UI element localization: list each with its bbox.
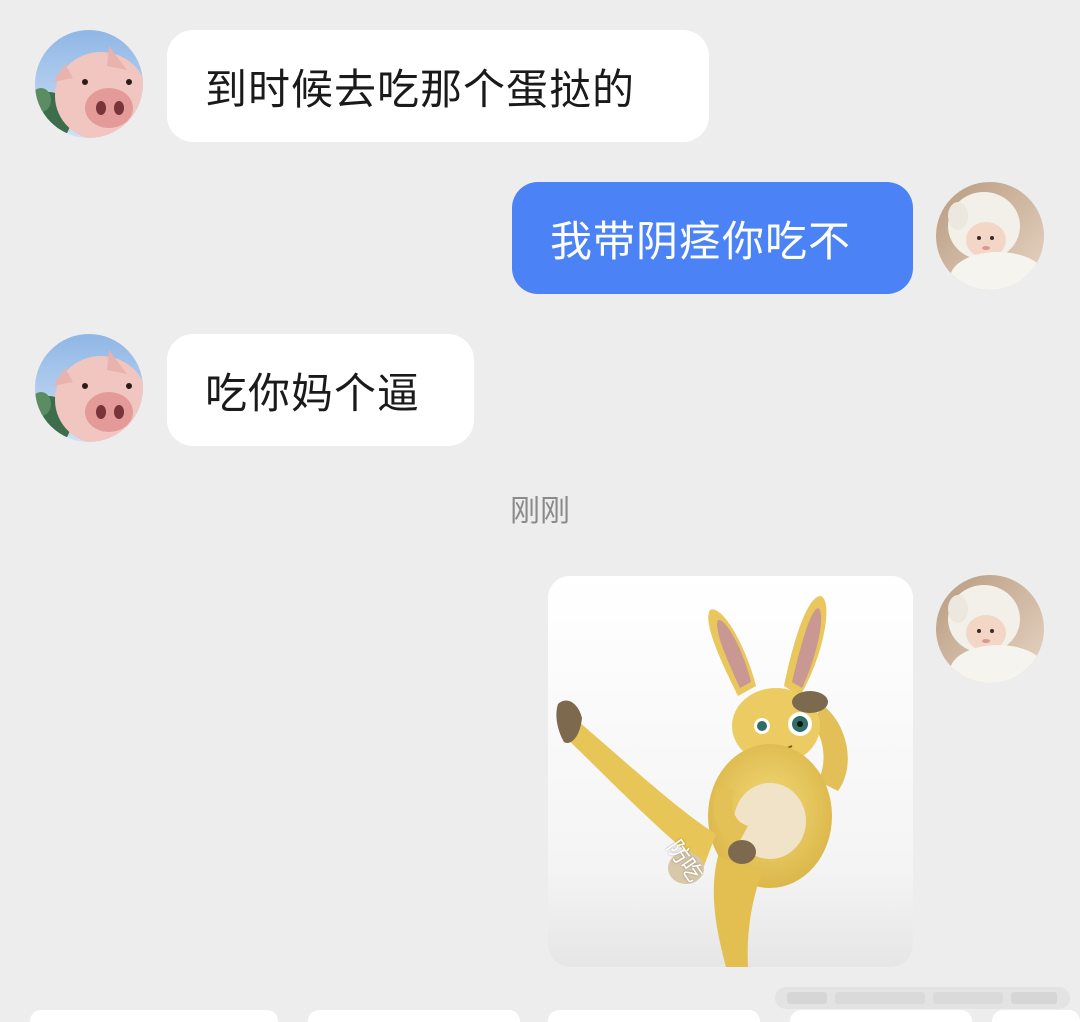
rabbit-sticker-illustration bbox=[548, 576, 913, 967]
message-bubble-outgoing[interactable]: 我带阴痉你吃不 bbox=[512, 182, 913, 294]
quick-reply-pill[interactable] bbox=[308, 1010, 520, 1022]
quick-reply-pill[interactable] bbox=[30, 1010, 278, 1022]
baby-avatar[interactable] bbox=[936, 575, 1044, 683]
quick-reply-bar bbox=[0, 1010, 1080, 1022]
message-timestamp: 刚刚 bbox=[510, 494, 570, 529]
watermark-graphic bbox=[775, 987, 1070, 1009]
message-text: 我带阴痉你吃不 bbox=[550, 216, 852, 266]
quick-reply-pill[interactable] bbox=[790, 1010, 972, 1022]
chat-screen: 到时候去吃那个蛋挞的 我带阴痉你吃不 吃你妈个逼 刚刚 防吃 bbox=[0, 0, 1080, 1022]
sticker-image[interactable]: 防吃 bbox=[548, 576, 913, 967]
quick-reply-pill[interactable] bbox=[548, 1010, 760, 1022]
pig-avatar[interactable] bbox=[35, 30, 143, 138]
message-text: 到时候去吃那个蛋挞的 bbox=[205, 64, 636, 114]
quick-reply-pill[interactable] bbox=[992, 1010, 1080, 1022]
baby-avatar[interactable] bbox=[936, 182, 1044, 290]
pig-avatar[interactable] bbox=[35, 334, 143, 442]
message-bubble-incoming[interactable]: 到时候去吃那个蛋挞的 bbox=[167, 30, 709, 142]
message-bubble-incoming[interactable]: 吃你妈个逼 bbox=[167, 334, 474, 446]
message-text: 吃你妈个逼 bbox=[205, 368, 421, 418]
